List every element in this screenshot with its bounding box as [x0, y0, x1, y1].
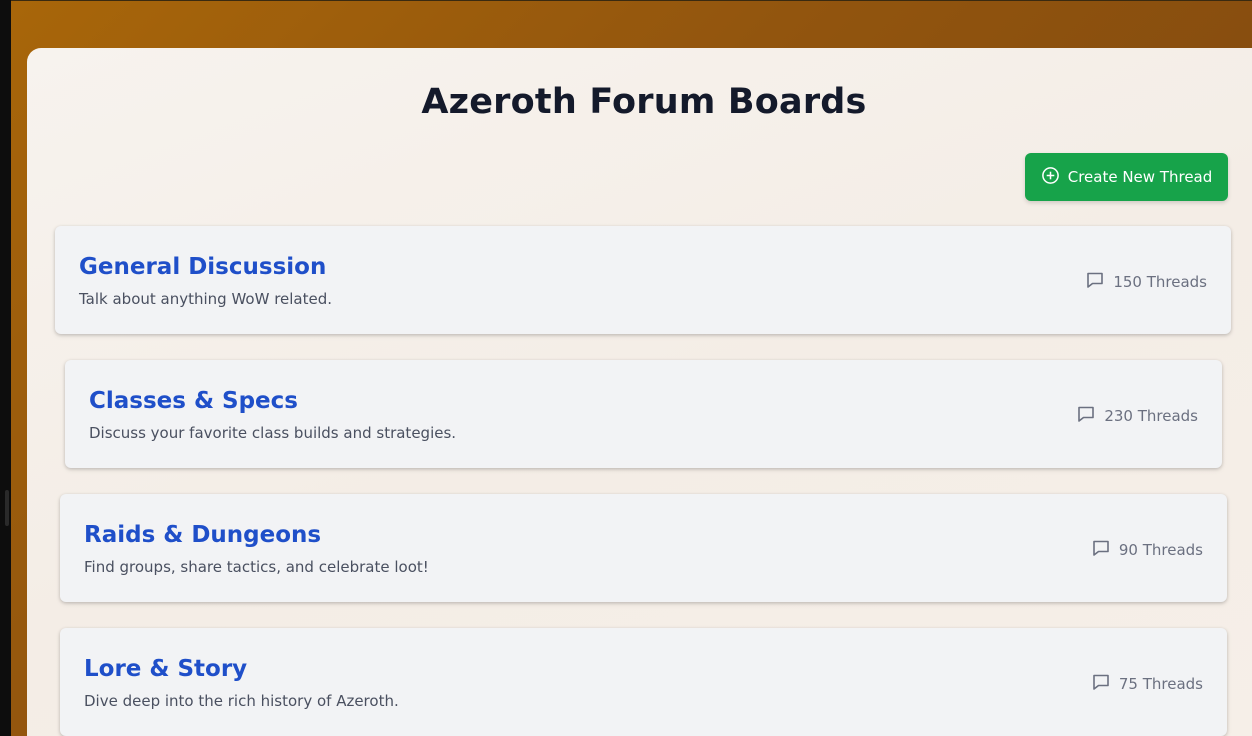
- board-card-classes-specs[interactable]: Classes & Specs Discuss your favorite cl…: [65, 360, 1222, 468]
- thread-count: 230 Threads: [1076, 404, 1198, 428]
- board-title[interactable]: Lore & Story: [84, 656, 247, 682]
- comment-icon: [1091, 672, 1111, 696]
- thread-count-label: 90 Threads: [1118, 541, 1203, 559]
- thread-count-label: 75 Threads: [1118, 675, 1203, 693]
- board-description: Talk about anything WoW related.: [79, 290, 333, 308]
- thread-count-label: 230 Threads: [1104, 407, 1198, 425]
- thread-count-label: 150 Threads: [1113, 273, 1207, 291]
- thread-count: 90 Threads: [1091, 538, 1203, 562]
- thread-count: 150 Threads: [1085, 270, 1207, 294]
- comment-icon: [1085, 270, 1105, 294]
- board-card-raids-dungeons[interactable]: Raids & Dungeons Find groups, share tact…: [60, 494, 1227, 602]
- comment-icon: [1091, 538, 1111, 562]
- board-card-general-discussion[interactable]: General Discussion Talk about anything W…: [55, 226, 1231, 334]
- board-title[interactable]: Raids & Dungeons: [84, 522, 321, 548]
- page-title: Azeroth Forum Boards: [421, 82, 867, 122]
- resize-handle[interactable]: [5, 490, 9, 526]
- board-description: Dive deep into the rich history of Azero…: [84, 692, 399, 710]
- plus-circle-icon: [1041, 166, 1060, 189]
- board-card-lore-story[interactable]: Lore & Story Dive deep into the rich his…: [60, 628, 1227, 736]
- create-thread-label: Create New Thread: [1067, 168, 1213, 186]
- board-description: Discuss your favorite class builds and s…: [89, 424, 457, 442]
- board-title[interactable]: Classes & Specs: [89, 388, 298, 414]
- board-description: Find groups, share tactics, and celebrat…: [84, 558, 429, 576]
- comment-icon: [1076, 404, 1096, 428]
- board-title[interactable]: General Discussion: [79, 254, 326, 280]
- thread-count: 75 Threads: [1091, 672, 1203, 696]
- main-panel: Azeroth Forum Boards Create New Thread G…: [27, 48, 1252, 736]
- create-thread-button[interactable]: Create New Thread: [1025, 153, 1228, 201]
